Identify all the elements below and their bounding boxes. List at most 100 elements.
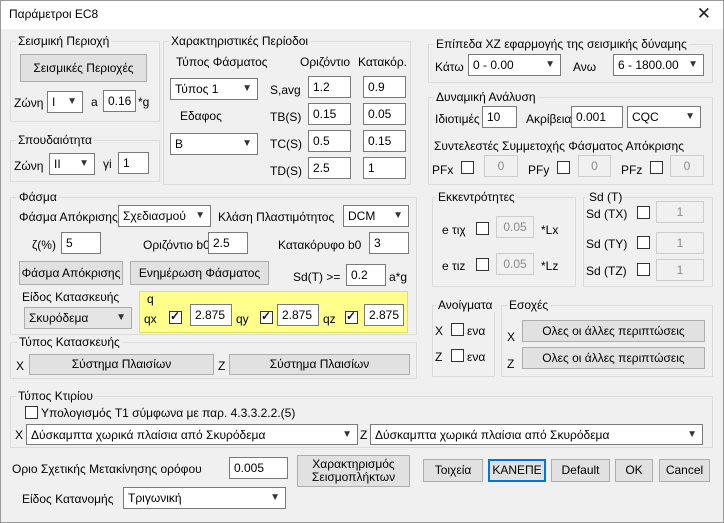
chevron-down-icon: ▼ <box>393 210 403 221</box>
bottom-level-select[interactable]: 0 - 0.00 ▼ <box>468 54 561 76</box>
pfy-checkbox[interactable] <box>557 161 570 174</box>
pfy-input[interactable]: 0 <box>578 155 611 177</box>
update-spectrum-button[interactable]: Ενημέρωση Φάσματος <box>130 261 269 285</box>
building-x-select[interactable]: Δύσκαμπτα χωρικά πλαίσια από Σκυρόδεμα ▼ <box>26 424 358 445</box>
openings-title: Ανοίγματα <box>436 298 495 312</box>
ecc-x-input[interactable]: 0.05 <box>496 216 534 238</box>
savg-label: S,avg <box>270 83 301 97</box>
chevron-down-icon: ▼ <box>195 210 205 221</box>
td-horizontal-input[interactable]: 2.5 <box>308 157 351 179</box>
chevron-down-icon: ▼ <box>242 138 252 149</box>
a-unit-label: *g <box>138 95 150 109</box>
sd-ty-checkbox[interactable] <box>637 236 650 249</box>
vertical-b0-input[interactable]: 3 <box>369 232 409 254</box>
structure-x-button[interactable]: Σύστημα Πλαισίων <box>29 354 214 375</box>
characterization-button[interactable]: Χαρακτηρισμός Σεισμοπλήκτων <box>297 455 410 487</box>
openings-z-checkbox[interactable] <box>451 349 464 362</box>
accuracy-input[interactable]: 0.001 <box>571 106 623 128</box>
structure-z-label: Z <box>218 359 226 373</box>
modes-label: Ιδιοτιμές <box>435 112 480 126</box>
drift-limit-label: Οριο Σχετικής Μετακίνησης ορόφου <box>12 462 202 476</box>
seismic-zone-select[interactable]: I ▼ <box>47 91 83 113</box>
horizontal-b0-input[interactable]: 2.5 <box>208 232 248 254</box>
soil-select[interactable]: B ▼ <box>170 133 258 155</box>
building-z-label: Z <box>360 428 368 442</box>
ecc-z-label: e τιz <box>442 259 466 273</box>
close-icon[interactable]: ✕ <box>697 4 711 24</box>
pfz-checkbox[interactable] <box>650 161 663 174</box>
pfx-checkbox[interactable] <box>461 161 474 174</box>
walls-button[interactable]: Τοιχεία <box>423 459 483 482</box>
td-vertical-input[interactable]: 1 <box>363 157 406 179</box>
window-title: Παράμετροι EC8 <box>9 7 99 21</box>
a-label: a <box>91 95 98 109</box>
tb-vertical-input[interactable]: 0.05 <box>363 103 406 125</box>
vertical-column-label: Κατακόρ. <box>358 55 407 69</box>
qy-input[interactable]: 2.875 <box>277 304 319 326</box>
bottom-level-value: 0 - 0.00 <box>473 58 514 72</box>
sd-ty-label: Sd (TY) <box>586 237 628 251</box>
qx-input[interactable]: 2.875 <box>190 304 232 326</box>
default-button[interactable]: Default <box>551 459 610 482</box>
openings-x-checkbox[interactable] <box>451 323 464 336</box>
sd-tz-input[interactable]: 1 <box>656 259 704 281</box>
pfz-input[interactable]: 0 <box>670 155 704 177</box>
drift-limit-input[interactable]: 0.005 <box>229 457 288 479</box>
response-spectrum-value: Σχεδιασμού <box>123 209 186 223</box>
pfx-label: PFx <box>432 163 454 177</box>
ecc-z-input[interactable]: 0.05 <box>496 253 534 275</box>
savg-vertical-input[interactable]: 0.9 <box>363 76 406 98</box>
cancel-button[interactable]: Cancel <box>659 459 710 482</box>
soil-value: B <box>175 137 184 151</box>
kanepe-button[interactable]: ΚΑΝΕΠΕ <box>488 459 546 482</box>
building-z-select[interactable]: Δύσκαμπτα χωρικά πλαίσια από Σκυρόδεμα ▼ <box>370 424 703 445</box>
qy-checkbox[interactable] <box>260 309 273 324</box>
importance-zone-label: Ζώνη <box>14 159 44 173</box>
top-level-select[interactable]: 6 - 1800.00 ▼ <box>613 54 704 76</box>
sd-min-input[interactable]: 0.2 <box>346 264 386 286</box>
qz-input[interactable]: 2.875 <box>364 304 404 326</box>
tc-horizontal-input[interactable]: 0.5 <box>308 130 351 152</box>
importance-zone-select[interactable]: II ▼ <box>49 153 95 175</box>
participation-title: Συντελεστές Συμμετοχής Φάσματος Απόκριση… <box>432 139 686 153</box>
construction-type-select[interactable]: Σκυρόδεμα ▼ <box>24 307 132 329</box>
chevron-down-icon: ▼ <box>688 59 698 70</box>
combination-method-value: CQC <box>632 110 659 124</box>
qz-label: qz <box>323 312 336 326</box>
response-spectrum-button[interactable]: Φάσμα Απόκρισης <box>19 261 123 285</box>
modes-input[interactable]: 10 <box>482 106 517 128</box>
sd-tx-input[interactable]: 1 <box>656 201 704 223</box>
sd-tx-label: Sd (TX) <box>586 207 628 221</box>
construction-type-value: Σκυρόδεμα <box>29 311 89 325</box>
recesses-z-button[interactable]: Ολες οι άλλες περιπτώσεις <box>522 347 705 369</box>
seismic-regions-button[interactable]: Σεισμικές Περιοχές <box>20 54 147 82</box>
response-spectrum-select[interactable]: Σχεδιασμού ▼ <box>118 205 211 227</box>
zeta-input[interactable]: 5 <box>61 232 101 254</box>
t1-calculation-checkbox[interactable] <box>25 406 38 419</box>
spectrum-type-select[interactable]: Τύπος 1 ▼ <box>170 78 258 100</box>
qz-checkbox[interactable] <box>345 309 358 324</box>
qx-checkbox[interactable] <box>169 309 182 324</box>
savg-horizontal-input[interactable]: 1.2 <box>308 76 351 98</box>
sd-tz-checkbox[interactable] <box>637 263 650 276</box>
a-input[interactable]: 0.16 <box>103 90 136 112</box>
tc-vertical-input[interactable]: 0.15 <box>363 130 406 152</box>
pfz-label: PFz <box>621 163 643 177</box>
ok-button[interactable]: OK <box>615 459 653 482</box>
seismic-region-title: Σεισμική Περιοχή <box>16 34 112 48</box>
sd-tx-checkbox[interactable] <box>637 206 650 219</box>
accuracy-label: Ακρίβεια <box>526 112 572 126</box>
chevron-down-icon: ▼ <box>67 96 77 107</box>
recesses-x-button[interactable]: Ολες οι άλλες περιπτώσεις <box>522 320 705 342</box>
distribution-select[interactable]: Τριγωνική ▼ <box>123 487 286 509</box>
sd-group-title: Sd (T) <box>587 190 625 204</box>
ecc-x-checkbox[interactable] <box>476 222 489 235</box>
ductility-select[interactable]: DCM ▼ <box>343 205 409 227</box>
combination-method-select[interactable]: CQC ▼ <box>627 106 701 128</box>
pfx-input[interactable]: 0 <box>484 155 518 177</box>
gi-input[interactable]: 1 <box>118 152 149 174</box>
structure-z-button[interactable]: Σύστημα Πλαισίων <box>229 354 410 375</box>
ecc-z-checkbox[interactable] <box>476 258 489 271</box>
sd-ty-input[interactable]: 1 <box>656 232 704 254</box>
tb-horizontal-input[interactable]: 0.15 <box>308 103 351 125</box>
